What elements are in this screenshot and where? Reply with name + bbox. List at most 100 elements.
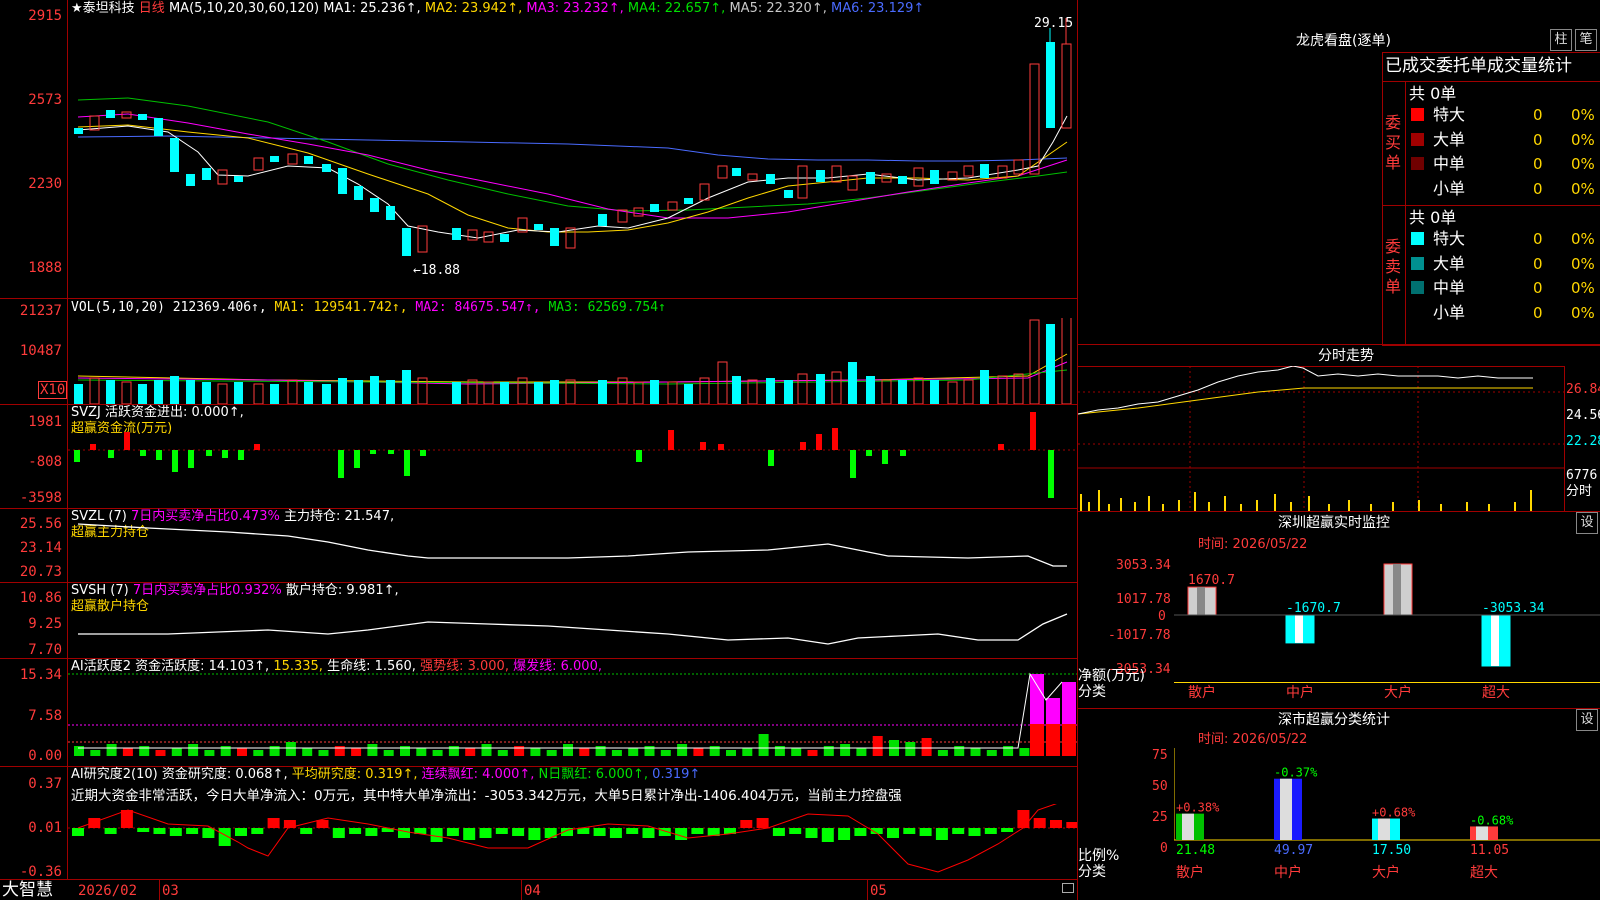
intraday-panel[interactable]: 分时走势 26.84 24.56 22.28 6776 分时: [1078, 344, 1600, 511]
svsh-axis-label: 9.25: [28, 616, 62, 632]
sell-row-count: 0: [1533, 279, 1543, 297]
sz-monitor-title: 深圳超赢实时监控: [1278, 515, 1390, 531]
sz-monitor-value-label: 3053.34: [1384, 561, 1439, 565]
svzj-axis-label: 1981: [28, 414, 62, 430]
svsh-axis-label: 7.70: [28, 642, 62, 658]
svzl-axis-label: 25.56: [19, 516, 62, 532]
sz-class-category: 散户: [1176, 865, 1204, 881]
sz-class-chart: +0.38% 21.48 -0.37% 49.97 +0.68% 17.50 -0.68% 1…: [1174, 748, 1600, 858]
ma4-value: MA4: 22.657↑,: [627, 1, 726, 16]
intraday-axis-label: 24.56: [1566, 408, 1600, 423]
date-label: 04: [524, 883, 541, 899]
column-view-button[interactable]: 柱: [1550, 29, 1572, 51]
buy-swatch: [1411, 181, 1424, 195]
dragon-table: 已成交委托单成交量统计 委买单 委卖单 共 0单 共 0单 特大 0 0% 大单 0 0%…: [1382, 52, 1600, 346]
date-label: 2026/02: [78, 883, 138, 899]
sz-class-category: 中户: [1274, 865, 1302, 881]
dragon-panel: 龙虎看盘(逐单) 柱 笔 已成交委托单成交量统计 委买单 委卖单 共 0单 共 …: [1078, 0, 1600, 346]
svzj-chart[interactable]: [68, 406, 1077, 508]
dragon-title: 龙虎看盘(逐单): [1296, 33, 1391, 49]
sell-row-name: 小单: [1433, 302, 1466, 322]
sz-class-category: 超大: [1470, 865, 1498, 881]
tick-view-button[interactable]: 笔: [1575, 29, 1597, 51]
lock-icon[interactable]: [1062, 883, 1074, 893]
sz-class-change-label: -0.37%: [1274, 766, 1318, 780]
ma1-value: MA1: 25.236↑,: [323, 1, 421, 16]
sz-monitor-ylabel: 净额(万元): [1078, 668, 1145, 684]
buy-row-name: 小单: [1433, 178, 1466, 198]
ma-params: MA(5,10,20,30,60,120): [168, 1, 320, 16]
buy-row-count: 0: [1533, 179, 1543, 198]
sz-monitor-axis: 1017.78: [1116, 592, 1171, 607]
ma5-line: [77, 97, 1068, 212]
buy-row-count: 0: [1533, 106, 1543, 124]
main-chart-area[interactable]: 2915 2573 2230 1888 ★泰坦科技 日线 MA(5,10,20,…: [0, 0, 1078, 900]
date-divider: [867, 880, 868, 900]
sell-swatch: [1411, 305, 1424, 319]
vol-params: VOL(5,10,20): [71, 300, 165, 315]
svsh-chart[interactable]: [68, 584, 1077, 658]
sz-monitor-time: 时间: 2026/05/22: [1198, 537, 1308, 552]
intraday-axis-label: 6776: [1566, 468, 1598, 483]
svzl-axis-label: 20.73: [19, 564, 62, 580]
ai-active-chart[interactable]: [68, 660, 1077, 766]
sz-class-bar-highlight: [1378, 818, 1390, 840]
ma2-value: MA2: 23.942↑,: [424, 1, 523, 16]
intraday-axis-label: 26.84: [1566, 382, 1600, 397]
vol-axis-label: 21237: [19, 303, 62, 319]
sz-class-settings-button[interactable]: 设: [1576, 709, 1598, 731]
price-axis-label: 1888: [28, 260, 62, 276]
ai-research-axis-label: -0.36: [19, 864, 62, 880]
price-axis-label: 2573: [28, 92, 62, 108]
sz-class-axis: 25: [1152, 810, 1168, 825]
candlestick-chart[interactable]: [68, 18, 1077, 298]
sz-class-axis: 75: [1152, 748, 1168, 763]
ma3-line: [77, 113, 1068, 219]
sell-side-label: 委卖单: [1385, 237, 1402, 296]
ma6-value: MA6: 23.129↑: [831, 1, 925, 16]
volume-chart[interactable]: [68, 318, 1077, 404]
sz-class-panel[interactable]: 深市超赢分类统计 设 时间: 2026/05/22 75 50 25 0 比例%…: [1078, 708, 1600, 900]
sell-swatch: [1411, 281, 1424, 294]
buy-row-name: 中单: [1433, 154, 1466, 173]
ma2-line: [77, 124, 1068, 233]
ma3-value: MA3: 23.232↑,: [526, 1, 624, 16]
sz-class-axis: 0: [1160, 841, 1168, 856]
vol-ma1: MA1: 129541.742↑,: [274, 300, 408, 315]
stock-name[interactable]: ★泰坦科技: [71, 1, 135, 16]
sz-class-category: 大户: [1372, 865, 1400, 881]
buy-row-name: 特大: [1433, 105, 1466, 124]
intraday-chart: [1078, 366, 1564, 511]
svzj-axis-label: -3598: [19, 490, 62, 506]
buy-row-name: 大单: [1433, 129, 1466, 149]
sz-monitor-settings-button[interactable]: 设: [1576, 512, 1598, 534]
sell-row-name: 中单: [1433, 278, 1466, 297]
dragon-header: 已成交委托单成交量统计: [1385, 56, 1572, 76]
sz-class-title: 深市超赢分类统计: [1278, 712, 1390, 728]
sz-class-change-label: -0.68%: [1470, 813, 1514, 827]
date-divider: [159, 880, 160, 900]
sell-swatch: [1411, 256, 1424, 270]
sz-monitor-value-label: 1670.7: [1188, 573, 1235, 588]
sz-monitor-bar-highlight: [1393, 564, 1401, 615]
sell-row-name: 大单: [1433, 253, 1466, 273]
ai-research-chart[interactable]: [68, 804, 1077, 879]
sz-monitor-axis: -1017.78: [1108, 628, 1171, 643]
vol-legend: VOL(5,10,20) 212369.406↑, MA1: 129541.74…: [71, 300, 666, 316]
sz-monitor-panel[interactable]: 深圳超赢实时监控 设 时间: 2026/05/22 3053.34 1017.7…: [1078, 511, 1600, 708]
sz-monitor-bar-highlight: [1295, 615, 1303, 643]
ai-research-e: 0.319↑: [652, 767, 701, 782]
intraday-title: 分时走势: [1318, 348, 1374, 364]
price-axis-label: 2915: [28, 8, 62, 24]
sell-row-pct: 0%: [1571, 279, 1595, 297]
volume-bars: [74, 318, 1072, 404]
vol-panel-border: [0, 298, 1078, 299]
period-label[interactable]: 日线: [139, 1, 165, 16]
buy-total: 共 0单: [1409, 84, 1457, 103]
sz-class-bar-highlight: [1280, 778, 1292, 840]
ma6-line: [77, 135, 1068, 162]
buy-row-pct: 0%: [1571, 106, 1595, 124]
vol-ma2: MA2: 84675.547↑,: [415, 300, 541, 315]
svzl-chart[interactable]: [68, 510, 1077, 582]
sz-class-change-label: +0.68%: [1372, 806, 1416, 820]
